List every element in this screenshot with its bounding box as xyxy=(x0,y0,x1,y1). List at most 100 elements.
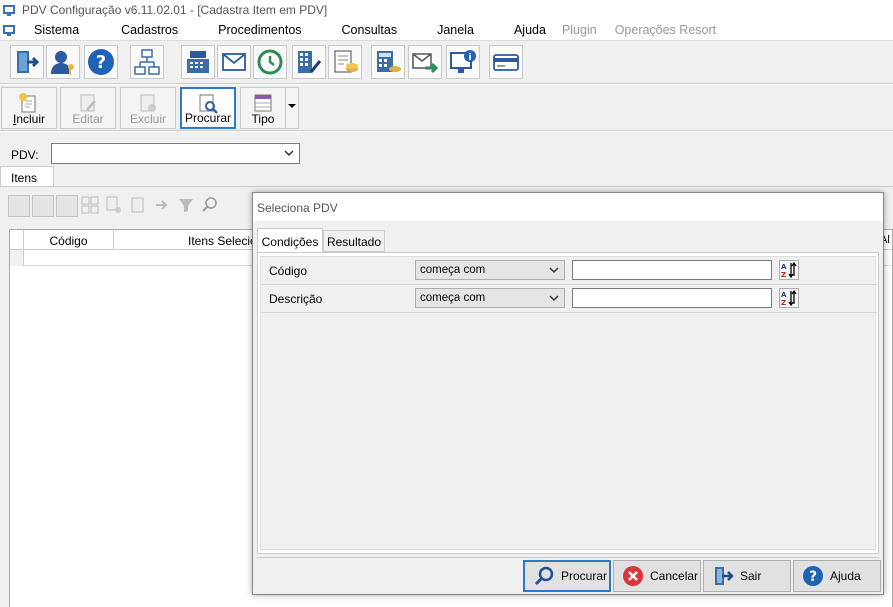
menu-operacoes-resort: Operações Resort xyxy=(614,23,717,37)
history-button[interactable] xyxy=(253,45,287,79)
tipo-button[interactable]: Tipo xyxy=(240,87,286,129)
mail-button[interactable] xyxy=(217,45,251,79)
svg-text:Z: Z xyxy=(781,271,786,279)
user-button[interactable] xyxy=(46,45,80,79)
operator-value: começa com xyxy=(420,264,486,276)
row-indicator xyxy=(10,250,24,266)
search-icon xyxy=(534,566,554,586)
menu-procedimentos[interactable]: Procedimentos xyxy=(216,23,303,37)
svg-text:A: A xyxy=(781,291,787,299)
window-title: PDV Configuração v6.11.02.01 - [Cadastra… xyxy=(22,3,328,17)
main-toolbar: ? i xyxy=(0,40,893,84)
org-chart-icon xyxy=(134,49,160,75)
filter-icon xyxy=(176,195,198,217)
tab-condicoes[interactable]: Condições xyxy=(257,228,323,252)
mdi-child-icon[interactable] xyxy=(2,23,16,37)
user-key-icon xyxy=(51,51,74,75)
operator-select[interactable]: começa com xyxy=(415,288,565,308)
svg-text:A: A xyxy=(781,263,787,271)
delete-row-icon xyxy=(56,195,78,217)
credit-card-icon xyxy=(493,54,519,71)
dialog-title: Seleciona PDV xyxy=(253,193,883,221)
procurar-button[interactable]: Procurar xyxy=(180,87,236,129)
procurar-label: Procurar xyxy=(184,111,231,125)
cancelar-label: Cancelar xyxy=(650,569,699,583)
sair-label: Sair xyxy=(740,569,762,583)
building-edit-button[interactable] xyxy=(292,45,326,79)
condition-row-codigo: Código começa com AZ xyxy=(261,257,877,285)
condition-label: Código xyxy=(269,264,308,278)
building-edit-icon xyxy=(298,51,322,73)
grid-view-icon xyxy=(80,195,102,217)
card-button[interactable] xyxy=(489,45,523,79)
new-document-icon xyxy=(19,93,36,113)
exit-door-icon xyxy=(715,567,734,585)
operator-value: começa com xyxy=(420,292,486,304)
menu-ajuda[interactable]: Ajuda xyxy=(512,23,548,37)
menu-plugin: Plugin xyxy=(561,23,597,37)
action-toolbar: Incluir Editar Excluir Procurar Tipo xyxy=(0,85,893,131)
menu-cadastros[interactable]: Cadastros xyxy=(119,23,180,37)
pdv-label: PDV: xyxy=(11,148,39,162)
cash-register-icon xyxy=(187,51,209,73)
tipo-dropdown-arrow[interactable] xyxy=(285,87,299,129)
calculator-button[interactable] xyxy=(371,45,405,79)
sort-button[interactable]: AZ xyxy=(779,288,799,308)
delete-document-icon xyxy=(140,94,156,112)
calculator-coins-icon xyxy=(377,51,401,72)
condition-row-descricao: Descrição começa com AZ xyxy=(261,285,877,313)
incluir-button[interactable]: Incluir xyxy=(1,87,57,129)
help-button[interactable]: ? xyxy=(84,45,118,79)
cancel-icon xyxy=(623,566,643,586)
cash-register-button[interactable] xyxy=(181,45,215,79)
tab-resultado[interactable]: Resultado xyxy=(323,230,385,252)
send-mail-button[interactable] xyxy=(408,45,442,79)
descricao-value-input[interactable] xyxy=(572,288,772,308)
procurar-dialog-label: Procurar xyxy=(561,569,608,583)
ajuda-label: Ajuda xyxy=(830,569,861,583)
chevron-down-icon xyxy=(284,150,294,157)
chevron-down-icon xyxy=(549,267,559,274)
procurar-dialog-button[interactable]: Procurar xyxy=(523,560,611,592)
export-icon xyxy=(128,195,150,217)
structure-button[interactable] xyxy=(130,45,164,79)
svg-text:i: i xyxy=(468,53,471,63)
tab-itens[interactable]: Itens xyxy=(0,166,54,187)
menu-consultas[interactable]: Consultas xyxy=(340,23,400,37)
excluir-label: Excluir xyxy=(129,112,166,126)
operator-select[interactable]: começa com xyxy=(415,260,565,280)
excluir-button: Excluir xyxy=(120,87,176,129)
row-indicator-header xyxy=(10,230,24,250)
col-codigo[interactable]: Código xyxy=(24,230,114,250)
codigo-value-input[interactable] xyxy=(572,260,772,280)
incluir-label: Incluir xyxy=(12,112,46,126)
menu-sistema[interactable]: Sistema xyxy=(32,23,81,37)
cancelar-button[interactable]: Cancelar xyxy=(613,560,701,592)
sort-button[interactable]: AZ xyxy=(779,260,799,280)
conditions-list: Código começa com AZ Descrição começa co… xyxy=(260,256,877,550)
pdv-select[interactable] xyxy=(51,143,300,164)
edit-document-icon xyxy=(80,94,96,112)
add-row-icon xyxy=(8,195,30,217)
condition-label: Descrição xyxy=(269,292,323,306)
sort-az-icon: AZ xyxy=(781,261,797,279)
monitor-info-button[interactable]: i xyxy=(446,45,480,79)
report-button[interactable] xyxy=(328,45,362,79)
mail-send-icon xyxy=(412,53,439,74)
exit-button[interactable] xyxy=(10,45,44,79)
chevron-down-icon xyxy=(549,295,559,302)
tipo-label: Tipo xyxy=(251,112,275,126)
document-coins-icon xyxy=(334,50,358,73)
app-icon xyxy=(2,3,16,17)
sair-button[interactable]: Sair xyxy=(703,560,791,592)
itens-toolbar xyxy=(8,195,222,219)
svg-text:?: ? xyxy=(96,52,106,73)
edit-row-icon xyxy=(32,195,54,217)
svg-text:?: ? xyxy=(809,569,817,585)
monitor-info-icon: i xyxy=(450,50,476,73)
help-icon: ? xyxy=(88,49,114,75)
menu-janela[interactable]: Janela xyxy=(435,23,476,37)
ajuda-button[interactable]: ? Ajuda xyxy=(793,560,881,592)
clock-history-icon xyxy=(257,49,283,75)
import-icon xyxy=(152,195,174,217)
